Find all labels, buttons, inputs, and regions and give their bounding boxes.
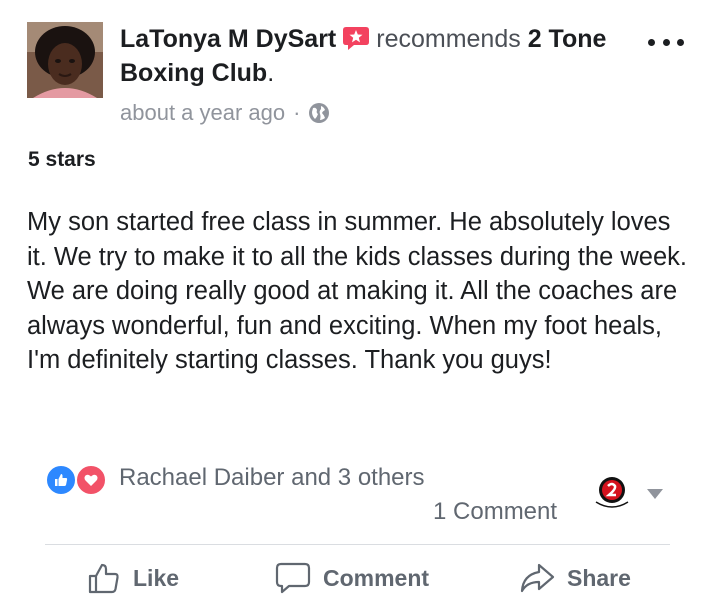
recommends-text: recommends xyxy=(376,25,521,53)
comment-button[interactable]: Comment xyxy=(275,552,429,604)
post-meta: about a year ago · xyxy=(120,97,330,129)
thumbs-up-icon xyxy=(88,563,119,594)
more-options-icon[interactable] xyxy=(648,32,684,52)
reaction-icons xyxy=(45,462,111,496)
love-reaction-icon xyxy=(75,464,107,496)
action-bar: Like Comment Share xyxy=(45,552,670,604)
share-button[interactable]: Share xyxy=(519,552,631,604)
globe-icon xyxy=(309,103,330,123)
reactors-text[interactable]: Rachael Daiber and 3 others xyxy=(119,462,425,494)
review-post: LaTonya M DySart recommends 2 Tone Boxin… xyxy=(0,0,715,613)
comment-bubble-icon xyxy=(275,562,311,594)
post-timestamp[interactable]: about a year ago xyxy=(120,97,285,129)
author-avatar[interactable] xyxy=(27,22,103,98)
comments-count[interactable]: 1 Comment xyxy=(433,496,557,528)
reactions-summary[interactable]: Rachael Daiber and 3 others xyxy=(45,460,425,496)
author-name[interactable]: LaTonya M DySart xyxy=(120,25,336,53)
recommend-badge-icon xyxy=(343,27,370,50)
meta-separator: · xyxy=(293,100,301,125)
share-arrow-icon xyxy=(520,563,555,593)
like-label: Like xyxy=(133,564,180,591)
review-text: My son started free class in summer. He … xyxy=(27,208,687,375)
page-logo-icon[interactable] xyxy=(590,470,634,514)
chevron-down-icon[interactable] xyxy=(646,488,664,500)
like-reaction-icon xyxy=(45,464,77,496)
comment-label: Comment xyxy=(323,564,430,591)
divider xyxy=(45,544,670,545)
page-name-suffix: . xyxy=(267,59,275,87)
post-header: LaTonya M DySart recommends 2 Tone Boxin… xyxy=(120,22,620,90)
like-button[interactable]: Like xyxy=(87,552,179,604)
rating-text: 5 stars xyxy=(28,148,96,171)
share-label: Share xyxy=(567,564,631,591)
